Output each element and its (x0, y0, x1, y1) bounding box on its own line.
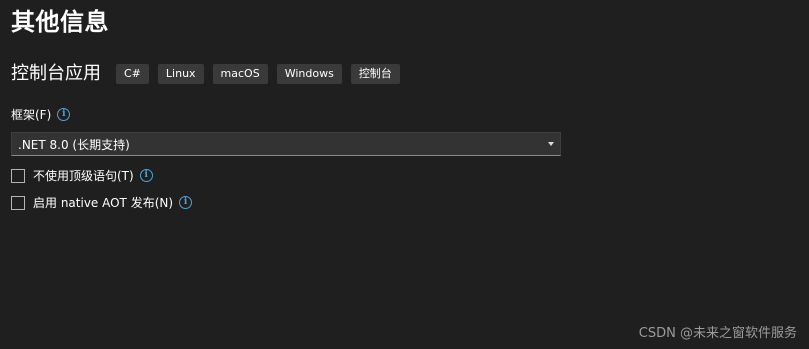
info-icon[interactable]: i (179, 196, 193, 209)
framework-label-row: 框架(F) i (11, 106, 71, 123)
tag-macos: macOS (212, 64, 268, 84)
top-level-statements-checkbox[interactable] (11, 168, 25, 183)
native-aot-checkbox[interactable] (11, 195, 25, 210)
top-level-statements-label[interactable]: 不使用顶级语句(T) (33, 167, 134, 184)
tag-linux: Linux (157, 64, 204, 84)
info-icon[interactable]: i (139, 169, 153, 182)
info-icon[interactable]: i (57, 108, 71, 121)
project-header: 控制台应用 C# Linux macOS Windows 控制台 (11, 60, 409, 88)
page-title: 其他信息 (11, 8, 109, 36)
native-aot-label[interactable]: 启用 native AOT 发布(N) (33, 194, 173, 211)
chevron-down-icon[interactable] (548, 142, 554, 146)
watermark: CSDN @未来之窗软件服务 (638, 326, 797, 341)
framework-label: 框架(F) (11, 108, 52, 122)
framework-select[interactable]: .NET 8.0 (长期支持) (11, 132, 561, 156)
project-name: 控制台应用 (11, 63, 101, 84)
tag-console: 控制台 (350, 64, 400, 84)
tag-windows: Windows (276, 64, 342, 84)
top-level-statements-option[interactable]: 不使用顶级语句(T) i (11, 167, 153, 184)
tag-csharp: C# (116, 64, 149, 84)
native-aot-option[interactable]: 启用 native AOT 发布(N) i (11, 194, 193, 211)
framework-select-value: .NET 8.0 (长期支持) (18, 137, 130, 152)
